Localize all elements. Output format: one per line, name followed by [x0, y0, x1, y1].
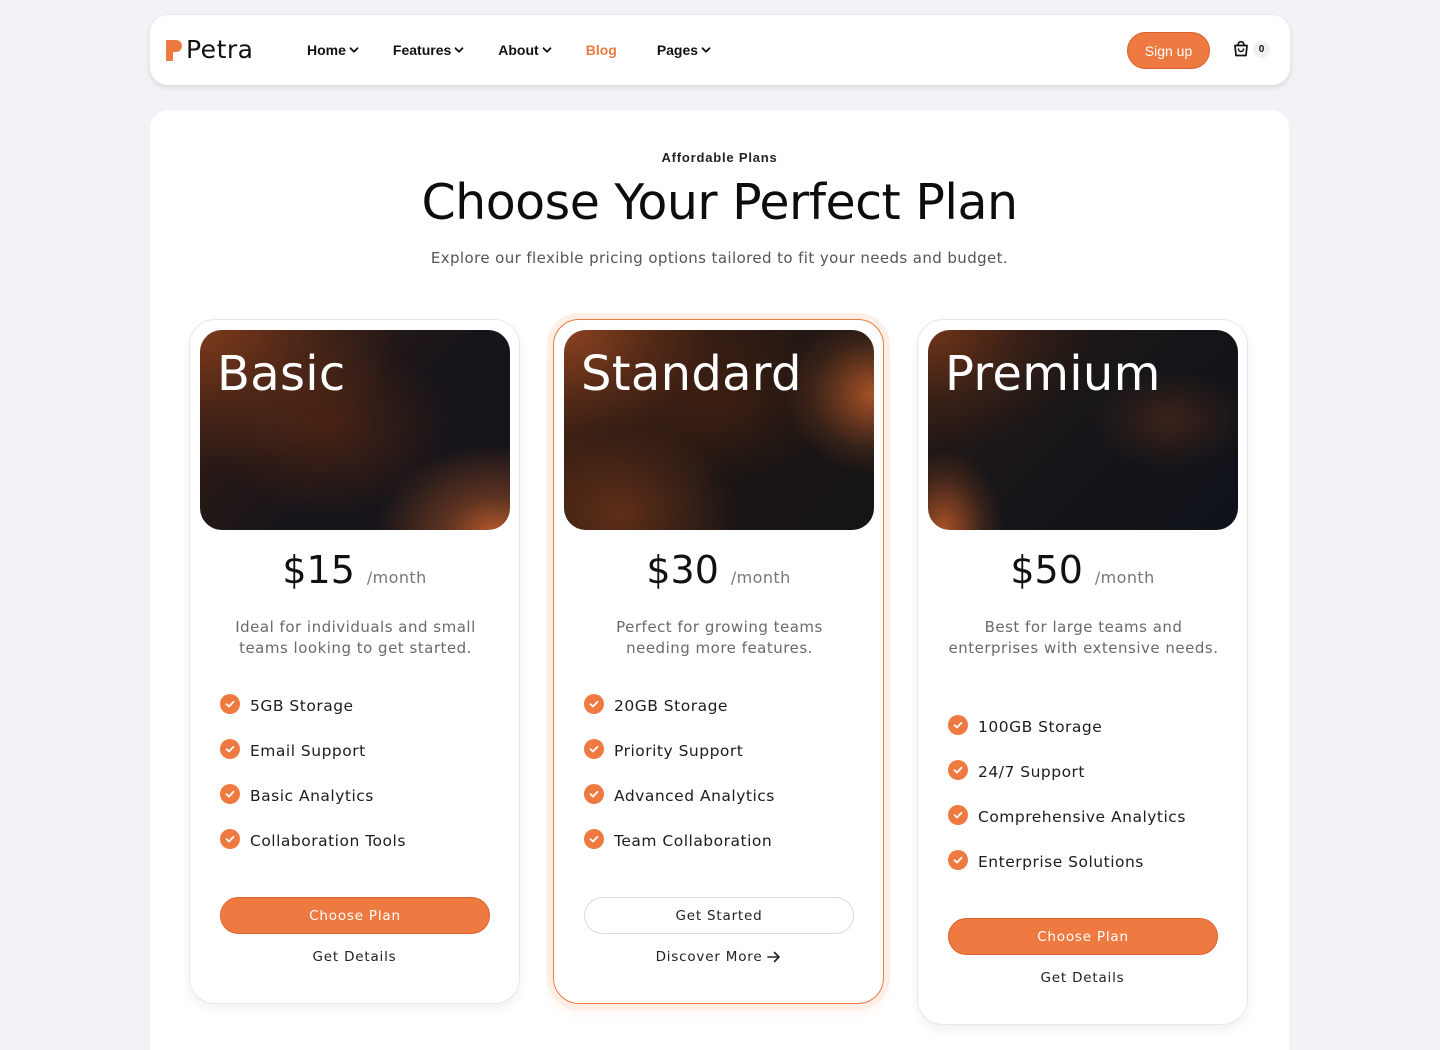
plan-name: Basic: [217, 346, 346, 402]
logo-mark-icon: [166, 39, 182, 62]
check-icon: [584, 738, 604, 759]
feature-item: 5GB Storage: [220, 683, 406, 728]
feature-label: 20GB Storage: [614, 696, 728, 715]
brand-name: Petra: [186, 35, 254, 64]
plan-description: Best for large teams and enterprises wit…: [948, 618, 1219, 657]
feature-item: Basic Analytics: [220, 773, 406, 818]
plan-card-standard: Standard $30 /month Perfect for growing …: [553, 319, 884, 1004]
check-icon: [948, 849, 968, 870]
feature-item: Comprehensive Analytics: [948, 794, 1186, 839]
check-icon: [948, 759, 968, 780]
chevron-down-icon: [454, 47, 464, 53]
signup-button[interactable]: Sign up: [1127, 32, 1210, 69]
plan-hero: Basic: [200, 330, 510, 530]
check-icon: [220, 693, 240, 714]
nav-item-label: Home: [307, 42, 346, 58]
nav-item-label: Features: [392, 42, 452, 58]
price-amount: $50: [1010, 548, 1083, 592]
feature-item: Advanced Analytics: [584, 773, 775, 818]
feature-label: Enterprise Solutions: [978, 852, 1144, 871]
navbar: Petra Home Features About Blog Pages Sig…: [150, 15, 1290, 85]
section-subtitle: Explore our flexible pricing options tai…: [430, 249, 1009, 267]
feature-item: Priority Support: [584, 728, 775, 773]
plan-hero: Standard: [564, 330, 874, 530]
plan-price: $15 /month: [190, 548, 519, 592]
get-details-link[interactable]: Get Details: [918, 970, 1247, 986]
feature-label: 5GB Storage: [250, 696, 354, 715]
link-label: Get Details: [312, 949, 397, 965]
link-label: Get Details: [1040, 970, 1125, 986]
section-eyebrow: Affordable Plans: [661, 150, 778, 165]
nav-item-label: Blog: [585, 42, 617, 58]
nav-item-home[interactable]: Home: [307, 42, 359, 58]
discover-more-link[interactable]: Discover More: [554, 949, 883, 965]
check-icon: [584, 783, 604, 804]
get-started-button[interactable]: Get Started: [584, 897, 854, 934]
brand-logo[interactable]: Petra: [166, 37, 253, 63]
check-icon: [948, 804, 968, 825]
check-icon: [220, 828, 240, 849]
cart-count-badge: 0: [1253, 40, 1270, 58]
plan-price: $50 /month: [918, 548, 1247, 592]
feature-label: 24/7 Support: [978, 762, 1086, 781]
nav-item-label: About: [498, 42, 539, 58]
feature-label: Comprehensive Analytics: [978, 807, 1186, 826]
price-period: /month: [730, 568, 791, 587]
check-icon: [948, 714, 968, 735]
feature-item: Collaboration Tools: [220, 818, 406, 863]
link-label: Discover More: [655, 949, 763, 965]
feature-label: Email Support: [250, 741, 366, 760]
feature-label: 100GB Storage: [978, 717, 1103, 736]
feature-item: Team Collaboration: [584, 818, 775, 863]
plan-features: 20GB Storage Priority Support Advanced A…: [584, 683, 775, 863]
check-icon: [220, 738, 240, 759]
plan-name: Premium: [945, 346, 1161, 402]
feature-label: Advanced Analytics: [614, 786, 775, 805]
feature-label: Basic Analytics: [250, 786, 374, 805]
plan-features: 5GB Storage Email Support Basic Analytic…: [220, 683, 406, 863]
check-icon: [220, 783, 240, 804]
feature-label: Priority Support: [614, 741, 744, 760]
get-details-link[interactable]: Get Details: [190, 949, 519, 965]
chevron-down-icon: [349, 47, 359, 53]
chevron-down-icon: [701, 47, 711, 53]
plan-card-basic: Basic $15 /month Ideal for individuals a…: [189, 319, 520, 1004]
nav-item-pages[interactable]: Pages: [657, 42, 711, 58]
plan-card-premium: Premium $50 /month Best for large teams …: [917, 319, 1248, 1025]
price-amount: $30: [646, 548, 719, 592]
plan-hero: Premium: [928, 330, 1238, 530]
cart-button[interactable]: 0: [1232, 40, 1270, 58]
nav-item-features[interactable]: Features: [393, 42, 464, 58]
shopping-bag-icon: [1234, 40, 1248, 57]
chevron-down-icon: [542, 47, 552, 53]
nav-item-about[interactable]: About: [498, 42, 552, 58]
feature-item: 100GB Storage: [948, 704, 1186, 749]
choose-plan-button[interactable]: Choose Plan: [948, 918, 1218, 955]
price-amount: $15: [282, 548, 355, 592]
feature-item: Enterprise Solutions: [948, 839, 1186, 884]
plan-description: Ideal for individuals and small teams lo…: [235, 618, 476, 657]
plan-features: 100GB Storage 24/7 Support Comprehensive…: [948, 704, 1186, 884]
plan-price: $30 /month: [554, 548, 883, 592]
section-title: Choose Your Perfect Plan: [421, 174, 1018, 231]
arrow-right-icon: [767, 951, 781, 963]
nav-item-label: Pages: [656, 42, 699, 58]
main-nav: Home Features About Blog Pages: [307, 15, 711, 85]
plan-description: Perfect for growing teams needing more f…: [616, 618, 823, 657]
feature-label: Team Collaboration: [614, 831, 773, 850]
plan-name: Standard: [581, 346, 802, 402]
price-period: /month: [366, 568, 427, 587]
check-icon: [584, 828, 604, 849]
choose-plan-button[interactable]: Choose Plan: [220, 897, 490, 934]
nav-item-blog[interactable]: Blog: [586, 42, 617, 58]
check-icon: [584, 693, 604, 714]
feature-label: Collaboration Tools: [250, 831, 406, 850]
feature-item: Email Support: [220, 728, 406, 773]
feature-item: 20GB Storage: [584, 683, 775, 728]
feature-item: 24/7 Support: [948, 749, 1186, 794]
price-period: /month: [1094, 568, 1155, 587]
